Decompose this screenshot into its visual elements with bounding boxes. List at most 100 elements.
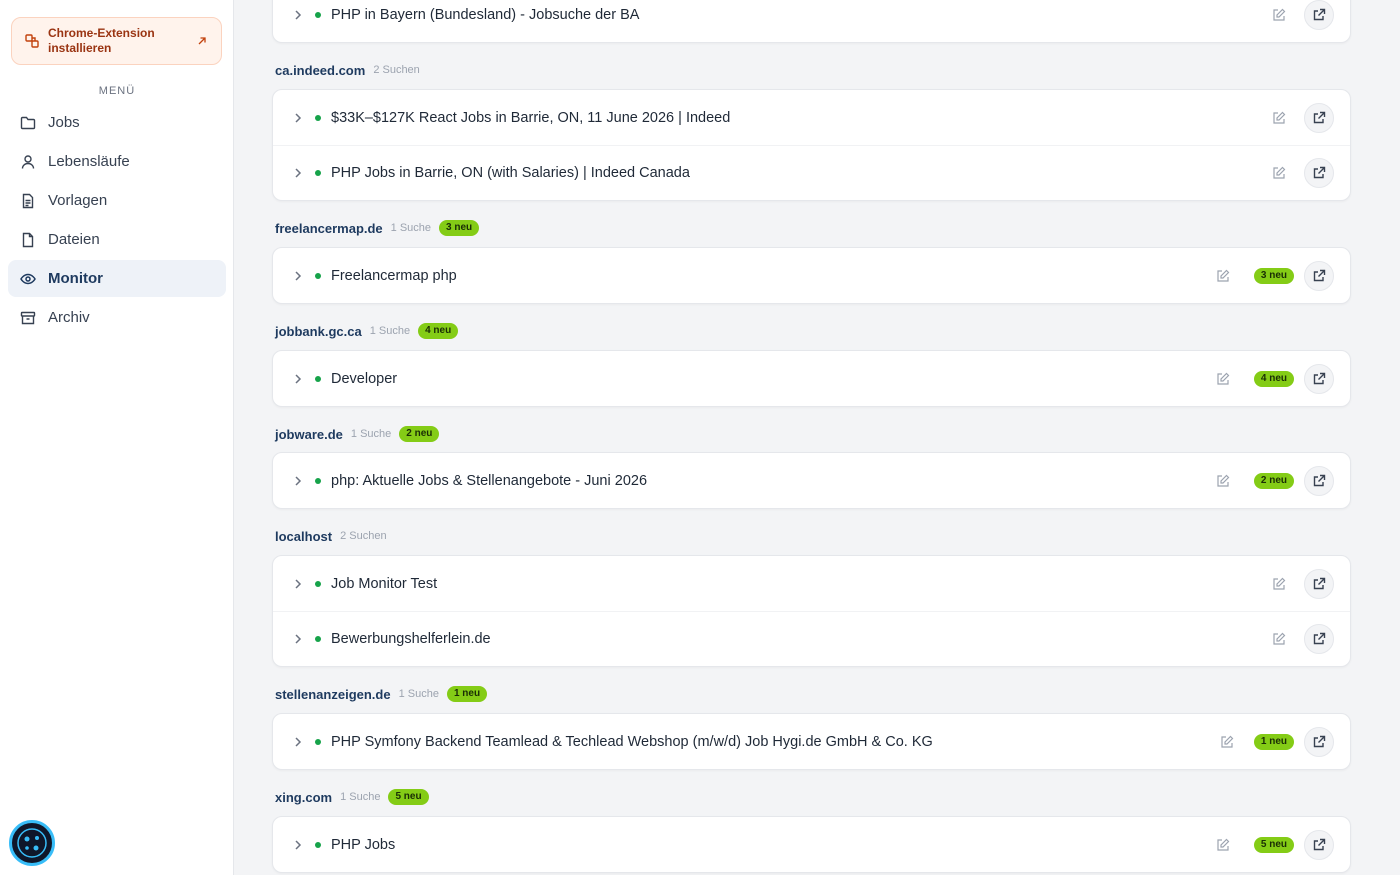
search-card: Job Monitor Test Bewerbungshelferlein.de: [272, 555, 1351, 667]
new-badge: 4 neu: [418, 323, 459, 339]
edit-icon[interactable]: [1272, 111, 1286, 125]
group-count: 1 Suche: [369, 325, 411, 337]
search-card: Freelancermap php 3 neu: [272, 247, 1351, 304]
group-header: stellenanzeigen.de 1 Suche 1 neu: [275, 684, 488, 704]
new-badge: 3 neu: [439, 220, 480, 236]
new-badge: 3 neu: [1253, 267, 1294, 284]
edit-icon[interactable]: [1216, 474, 1230, 488]
group-header: localhost 2 Suchen: [275, 526, 395, 546]
chevron-right-icon[interactable]: [292, 9, 304, 21]
open-link-button[interactable]: [1304, 363, 1334, 394]
sidebar-item-archiv[interactable]: Archiv: [8, 299, 226, 336]
open-link-button[interactable]: [1304, 260, 1334, 291]
status-dot: [315, 477, 321, 484]
open-link-button[interactable]: [1304, 829, 1334, 860]
open-link-button[interactable]: [1304, 465, 1334, 496]
group-count: 1 Suche: [350, 428, 392, 440]
new-badge: 1 neu: [446, 686, 488, 702]
edit-icon[interactable]: [1216, 269, 1230, 283]
group-count: 2 Suchen: [340, 530, 387, 542]
search-row[interactable]: PHP Jobs 5 neu: [273, 817, 1350, 872]
status-dot: [315, 114, 321, 121]
edit-icon[interactable]: [1272, 166, 1286, 180]
chrome-extension-button[interactable]: Chrome-Extension installieren: [11, 17, 222, 65]
sidebar-item-vorlagen[interactable]: Vorlagen: [8, 182, 226, 219]
sidebar-item-label: Monitor: [48, 270, 103, 287]
status-dot: [315, 272, 321, 279]
open-link-button[interactable]: [1304, 102, 1334, 133]
archive-icon: [20, 311, 36, 324]
assistant-button[interactable]: [9, 820, 55, 866]
search-row[interactable]: PHP Symfony Backend Teamlead & Techlead …: [273, 714, 1350, 769]
open-link-button[interactable]: [1304, 624, 1334, 654]
chevron-right-icon[interactable]: [292, 167, 304, 179]
group-count: 2 Suchen: [373, 64, 420, 76]
sidebar-item-dateien[interactable]: Dateien: [8, 221, 226, 258]
sidebar: Chrome-Extension installieren MENÜ Jobs …: [0, 0, 234, 875]
open-link-button[interactable]: [1304, 726, 1334, 757]
search-row[interactable]: php: Aktuelle Jobs & Stellenangebote - J…: [273, 453, 1350, 508]
sidebar-item-lebenslaeufe[interactable]: Lebensläufe: [8, 143, 226, 180]
edit-icon[interactable]: [1216, 372, 1230, 386]
group-domain: ca.indeed.com: [275, 62, 366, 78]
open-link-button[interactable]: [1304, 158, 1334, 188]
chevron-right-icon[interactable]: [292, 633, 304, 645]
search-card: Developer 4 neu: [272, 350, 1351, 407]
status-dot: [315, 636, 321, 642]
menu-heading: MENÜ: [98, 85, 136, 97]
new-badge: 5 neu: [1253, 836, 1294, 853]
open-link-button[interactable]: [1304, 0, 1334, 30]
sidebar-item-jobs[interactable]: Jobs: [8, 104, 226, 141]
sidebar-item-monitor[interactable]: Monitor: [8, 260, 226, 297]
edit-icon[interactable]: [1216, 838, 1230, 852]
search-row[interactable]: Bewerbungshelferlein.de: [273, 611, 1350, 666]
external-link-icon: [1313, 632, 1326, 645]
group-header: xing.com 1 Suche 5 neu: [275, 787, 429, 807]
external-link-icon: [1313, 577, 1326, 589]
edit-icon[interactable]: [1272, 577, 1286, 591]
status-dot: [315, 170, 321, 176]
chevron-right-icon[interactable]: [292, 839, 304, 851]
group-domain: freelancermap.de: [275, 220, 383, 236]
new-badge: 4 neu: [1253, 370, 1294, 387]
new-badge: 5 neu: [388, 789, 429, 805]
search-card: PHP in Bayern (Bundesland) - Jobsuche de…: [272, 0, 1351, 43]
group-count: 1 Suche: [340, 791, 381, 803]
external-link-icon: [1313, 269, 1326, 281]
external-link-icon: [1313, 111, 1326, 123]
chrome-extension-label: Chrome-Extension installieren: [48, 26, 155, 55]
chevron-right-icon[interactable]: [292, 373, 304, 385]
sidebar-item-label: Dateien: [48, 231, 100, 248]
arrow-up-right-icon: [198, 37, 206, 45]
eye-icon: [20, 273, 36, 284]
edit-icon[interactable]: [1272, 632, 1286, 646]
edit-icon[interactable]: [1272, 8, 1286, 22]
open-link-button[interactable]: [1304, 568, 1334, 599]
external-link-icon: [1313, 372, 1326, 384]
external-link-icon: [1313, 838, 1326, 850]
main-content: PHP in Bayern (Bundesland) - Jobsuche de…: [234, 0, 1400, 875]
new-badge: 2 neu: [399, 426, 440, 442]
search-row[interactable]: $33K–$127K React Jobs in Barrie, ON, 11 …: [273, 90, 1350, 145]
chevron-right-icon[interactable]: [292, 475, 304, 487]
assistant-icon: [17, 828, 47, 858]
search-title: $33K–$127K React Jobs in Barrie, ON, 11 …: [331, 109, 731, 126]
chevron-right-icon[interactable]: [292, 112, 304, 124]
search-row[interactable]: PHP Jobs in Barrie, ON (with Salaries) |…: [273, 145, 1350, 200]
search-row[interactable]: Freelancermap php 3 neu: [273, 248, 1350, 303]
chevron-right-icon[interactable]: [292, 736, 304, 748]
search-title: Developer: [331, 370, 398, 387]
external-link-icon: [1313, 8, 1326, 20]
search-title: Freelancermap php: [331, 267, 457, 284]
search-row[interactable]: Job Monitor Test: [273, 556, 1350, 611]
search-row[interactable]: Developer 4 neu: [273, 351, 1350, 406]
external-link-icon: [1313, 735, 1326, 747]
chevron-right-icon[interactable]: [292, 578, 304, 590]
document-icon: [22, 193, 34, 208]
group-header: jobware.de 1 Suche 2 neu: [275, 424, 440, 444]
search-row[interactable]: PHP in Bayern (Bundesland) - Jobsuche de…: [273, 0, 1350, 42]
chevron-right-icon[interactable]: [292, 270, 304, 282]
search-title: php: Aktuelle Jobs & Stellenangebote - J…: [331, 472, 648, 489]
edit-icon[interactable]: [1220, 735, 1234, 749]
puzzle-icon: [25, 34, 39, 48]
